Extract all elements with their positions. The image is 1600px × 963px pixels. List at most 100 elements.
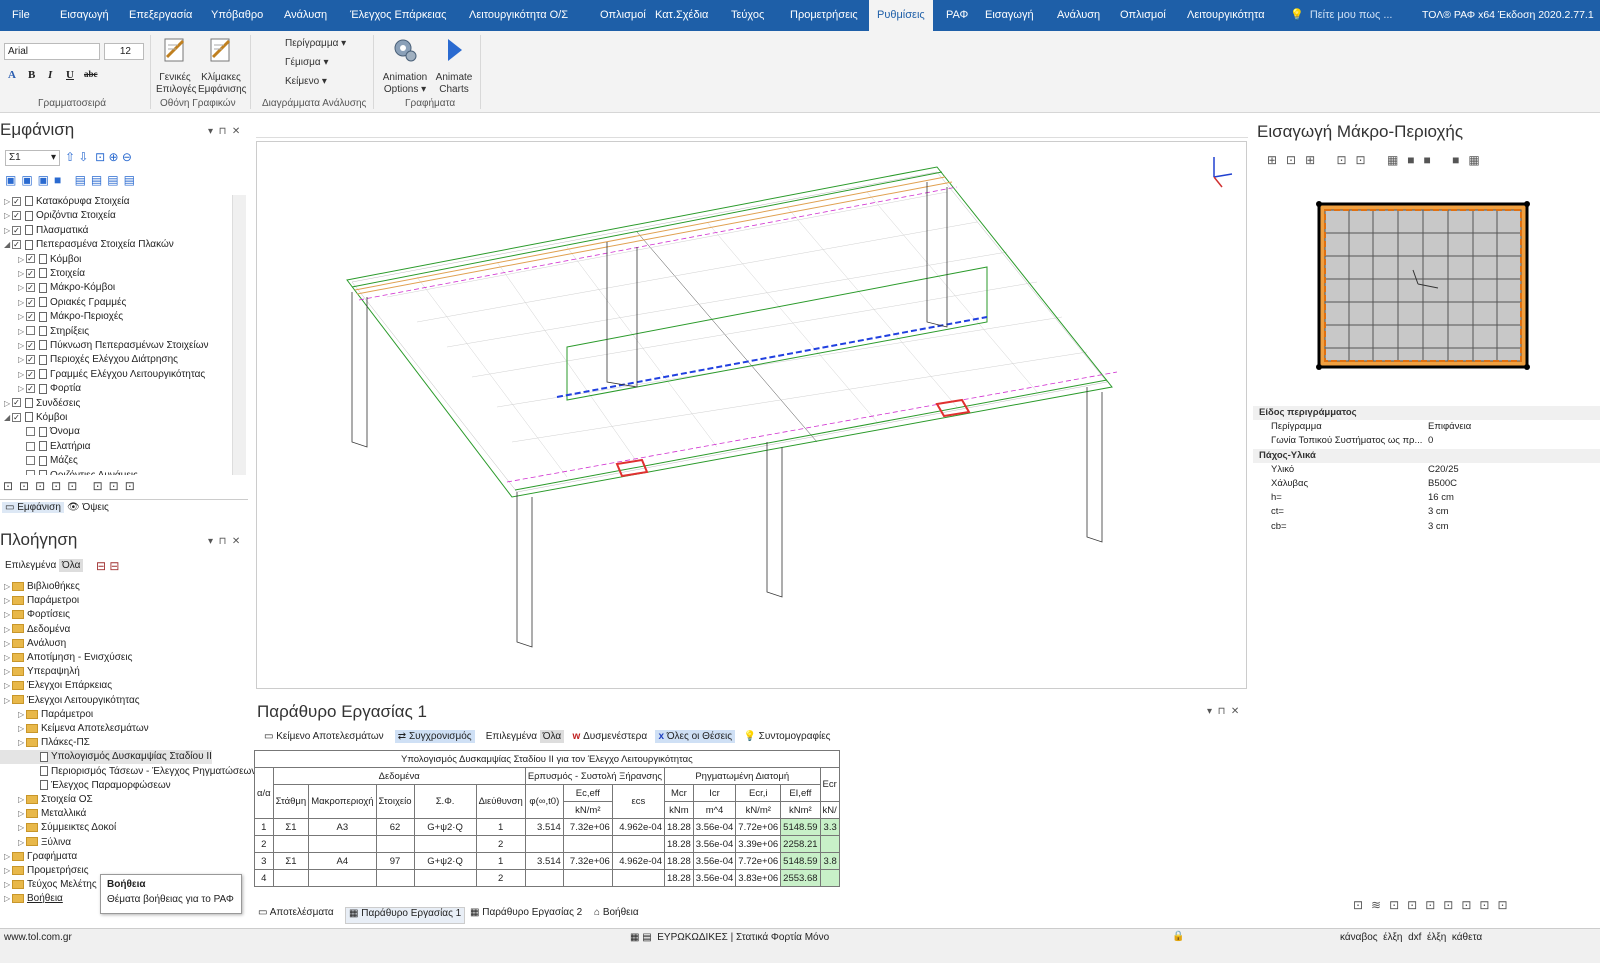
- results-text-button[interactable]: ▭ Κείμενο Αποτελεσμάτων: [264, 731, 384, 742]
- panel-pin-icon[interactable]: ▾ ⊓ ✕: [208, 536, 240, 547]
- nav-export-icons[interactable]: ⊟ ⊟: [96, 559, 119, 573]
- menu-item[interactable]: Έλεγχος Επάρκειας: [350, 0, 446, 31]
- nav-tree-item[interactable]: ▷ Έλεγχοι Επάρκειας: [0, 679, 112, 693]
- expand-icon[interactable]: ▷: [4, 850, 12, 864]
- nav-tree-item[interactable]: ▷ Στοιχεία ΟΣ: [0, 793, 93, 807]
- visibility-checkbox[interactable]: [26, 456, 35, 466]
- property-value[interactable]: B500C: [1428, 477, 1457, 491]
- fill-menu[interactable]: Γέμισμα ▾: [285, 57, 328, 68]
- expand-icon[interactable]: ▷: [18, 253, 26, 267]
- snap-toggles[interactable]: κάναβος έλξη dxf έλξη κάθετα: [1340, 932, 1482, 943]
- expand-icon[interactable]: ▷: [18, 836, 26, 850]
- expand-icon[interactable]: ▷: [18, 339, 26, 353]
- menu-item[interactable]: Εισαγωγή: [985, 0, 1034, 31]
- general-options-button[interactable]: Γενικές Επιλογές: [156, 35, 196, 96]
- appearance-tree-item[interactable]: ◢ ✓ Κόμβοι: [0, 411, 67, 425]
- expand-icon[interactable]: ▷: [18, 708, 26, 722]
- outline-menu[interactable]: Περίγραμμα ▾: [285, 38, 346, 49]
- menu-item[interactable]: Προμετρήσεις: [790, 0, 858, 31]
- expand-icon[interactable]: ▷: [18, 353, 26, 367]
- expand-icon[interactable]: ▷: [4, 892, 12, 906]
- expand-icon[interactable]: ▷: [4, 608, 12, 622]
- visibility-checkbox[interactable]: ✓: [26, 369, 35, 379]
- appearance-tree-item[interactable]: Μάζες: [0, 454, 78, 468]
- expand-icon[interactable]: ▷: [18, 736, 26, 750]
- menu-item[interactable]: Οπλισμοί: [600, 0, 646, 31]
- menu-item[interactable]: Ανάλυση: [284, 0, 327, 31]
- underline-button[interactable]: U: [66, 69, 74, 81]
- menu-item[interactable]: Ρυθμίσεις: [869, 0, 933, 31]
- nav-tree-item[interactable]: ▷ Παράμετροι: [0, 594, 79, 608]
- text-menu[interactable]: Κείμενο ▾: [285, 76, 327, 87]
- italic-button[interactable]: I: [48, 69, 52, 81]
- appearance-tools-icons[interactable]: ⊡⊡⊡⊡⊡ ⊡⊡⊡: [3, 479, 141, 493]
- visibility-checkbox[interactable]: ✓: [12, 196, 21, 206]
- visibility-checkbox[interactable]: ✓: [12, 240, 21, 250]
- expand-icon[interactable]: ▷: [18, 296, 26, 310]
- tab-help[interactable]: ⌂ Βοήθεια: [594, 907, 639, 924]
- menu-item[interactable]: Ανάλυση: [1057, 0, 1100, 31]
- expand-icon[interactable]: ▷: [4, 864, 12, 878]
- property-value[interactable]: C20/25: [1428, 463, 1459, 477]
- nav-tree-item[interactable]: ▷ Κείμενα Αποτελεσμάτων: [0, 722, 149, 736]
- bold-button[interactable]: B: [28, 69, 35, 81]
- tab-results[interactable]: ▭ Αποτελέσματα: [258, 907, 334, 924]
- appearance-tree-item[interactable]: ▷ ✓ Περιοχές Ελέγχου Διάτρησης: [0, 353, 178, 367]
- visibility-checkbox[interactable]: ✓: [26, 340, 35, 350]
- worst-button[interactable]: w Δυσμενέστερα: [573, 731, 648, 742]
- nav-tree-item[interactable]: ▷ Βιβλιοθήκες: [0, 580, 80, 594]
- nav-tree-item[interactable]: ▷ Ανάλυση: [0, 637, 66, 651]
- property-value[interactable]: 3 cm: [1428, 505, 1449, 519]
- expand-icon[interactable]: ▷: [18, 368, 26, 382]
- nav-tree-item[interactable]: ▷ Πλάκες-ΠΣ: [0, 736, 90, 750]
- menu-item[interactable]: Κατ.Σχέδια: [655, 0, 708, 31]
- expand-icon[interactable]: ▷: [4, 224, 12, 238]
- menu-item[interactable]: Λειτουργικότητα: [1187, 0, 1265, 31]
- appearance-tree-item[interactable]: ▷ Στηρίξεις: [0, 325, 89, 339]
- visibility-checkbox[interactable]: ✓: [26, 297, 35, 307]
- panel-pin-icon[interactable]: ▾ ⊓ ✕: [208, 126, 240, 137]
- appearance-tree-item[interactable]: ▷ ✓ Γραμμές Ελέγχου Λειτουργικότητας: [0, 368, 205, 382]
- visibility-checkbox[interactable]: ✓: [12, 398, 21, 408]
- nav-tree-item[interactable]: ▷ Ξύλινα: [0, 836, 71, 850]
- nav-tree-item[interactable]: ▷ Βοήθεια: [0, 892, 63, 906]
- expand-icon[interactable]: ▷: [4, 623, 12, 637]
- appearance-tree-item[interactable]: Όνομα: [0, 425, 80, 439]
- nav-tree-item[interactable]: Περιορισμός Τάσεων - Έλεγχος Ρηγματώσεων: [0, 765, 256, 779]
- property-value[interactable]: 16 cm: [1428, 491, 1454, 505]
- property-row[interactable]: Χάλυβας B500C: [1253, 477, 1600, 491]
- visibility-checkbox[interactable]: ✓: [12, 211, 21, 221]
- strikethrough-button[interactable]: abc: [84, 69, 98, 79]
- property-row[interactable]: Περίγραμμα Επιφάνεια: [1253, 420, 1600, 434]
- property-row[interactable]: ct= 3 cm: [1253, 505, 1600, 519]
- menu-item[interactable]: Τεύχος: [731, 0, 764, 31]
- table-row[interactable]: 1 Σ1 A3 62 G+ψ2·Q 1 3.514 7.32e+06 4.962e-04 18.2…: [254, 818, 840, 836]
- expand-icon[interactable]: ▷: [18, 310, 26, 324]
- tab-appearance[interactable]: ▭ Εμφάνιση: [2, 502, 64, 513]
- expand-icon[interactable]: ▷: [4, 594, 12, 608]
- expand-icon[interactable]: ▷: [4, 694, 12, 708]
- menu-item[interactable]: Λειτουργικότητα Ο/Σ: [469, 0, 568, 31]
- property-value[interactable]: 3 cm: [1428, 520, 1449, 534]
- nav-tree-item[interactable]: Έλεγχος Παραμορφώσεων: [0, 779, 171, 793]
- expand-icon[interactable]: ▷: [18, 807, 26, 821]
- text-color-icon[interactable]: A: [8, 69, 16, 81]
- expand-icon[interactable]: ◢: [4, 238, 12, 252]
- tab-work-window-2[interactable]: ▦ Παράθυρο Εργασίας 2: [470, 907, 582, 924]
- expand-icon[interactable]: ▷: [18, 821, 26, 835]
- appearance-tree-item[interactable]: ▷ ✓ Κόμβοι: [0, 253, 81, 267]
- nav-tree-item[interactable]: ▷ Παράμετροι: [0, 708, 93, 722]
- expand-icon[interactable]: ▷: [4, 195, 12, 209]
- sync-button[interactable]: ⇄ Συγχρονισμός: [394, 730, 475, 743]
- tab-work-window-1[interactable]: ▦ Παράθυρο Εργασίας 1: [345, 907, 466, 924]
- 3d-viewport[interactable]: [256, 141, 1247, 689]
- expand-icon[interactable]: ▷: [4, 651, 12, 665]
- view-toolbar-icons[interactable]: ⇧ ⇩ ⊡ ⊕ ⊖: [65, 150, 132, 164]
- tell-me-search[interactable]: 💡 Πείτε μου πως ...: [1290, 0, 1392, 31]
- menu-item[interactable]: ΡΑΦ: [946, 0, 968, 31]
- visibility-checkbox[interactable]: ✓: [12, 412, 21, 422]
- nav-tree-item[interactable]: ▷ Φορτίσεις: [0, 608, 70, 622]
- menu-item[interactable]: Εισαγωγή: [60, 0, 109, 31]
- appearance-tree-item[interactable]: ▷ ✓ Μάκρο-Κόμβοι: [0, 281, 115, 295]
- nav-tree-item[interactable]: ▷ Προμετρήσεις: [0, 864, 89, 878]
